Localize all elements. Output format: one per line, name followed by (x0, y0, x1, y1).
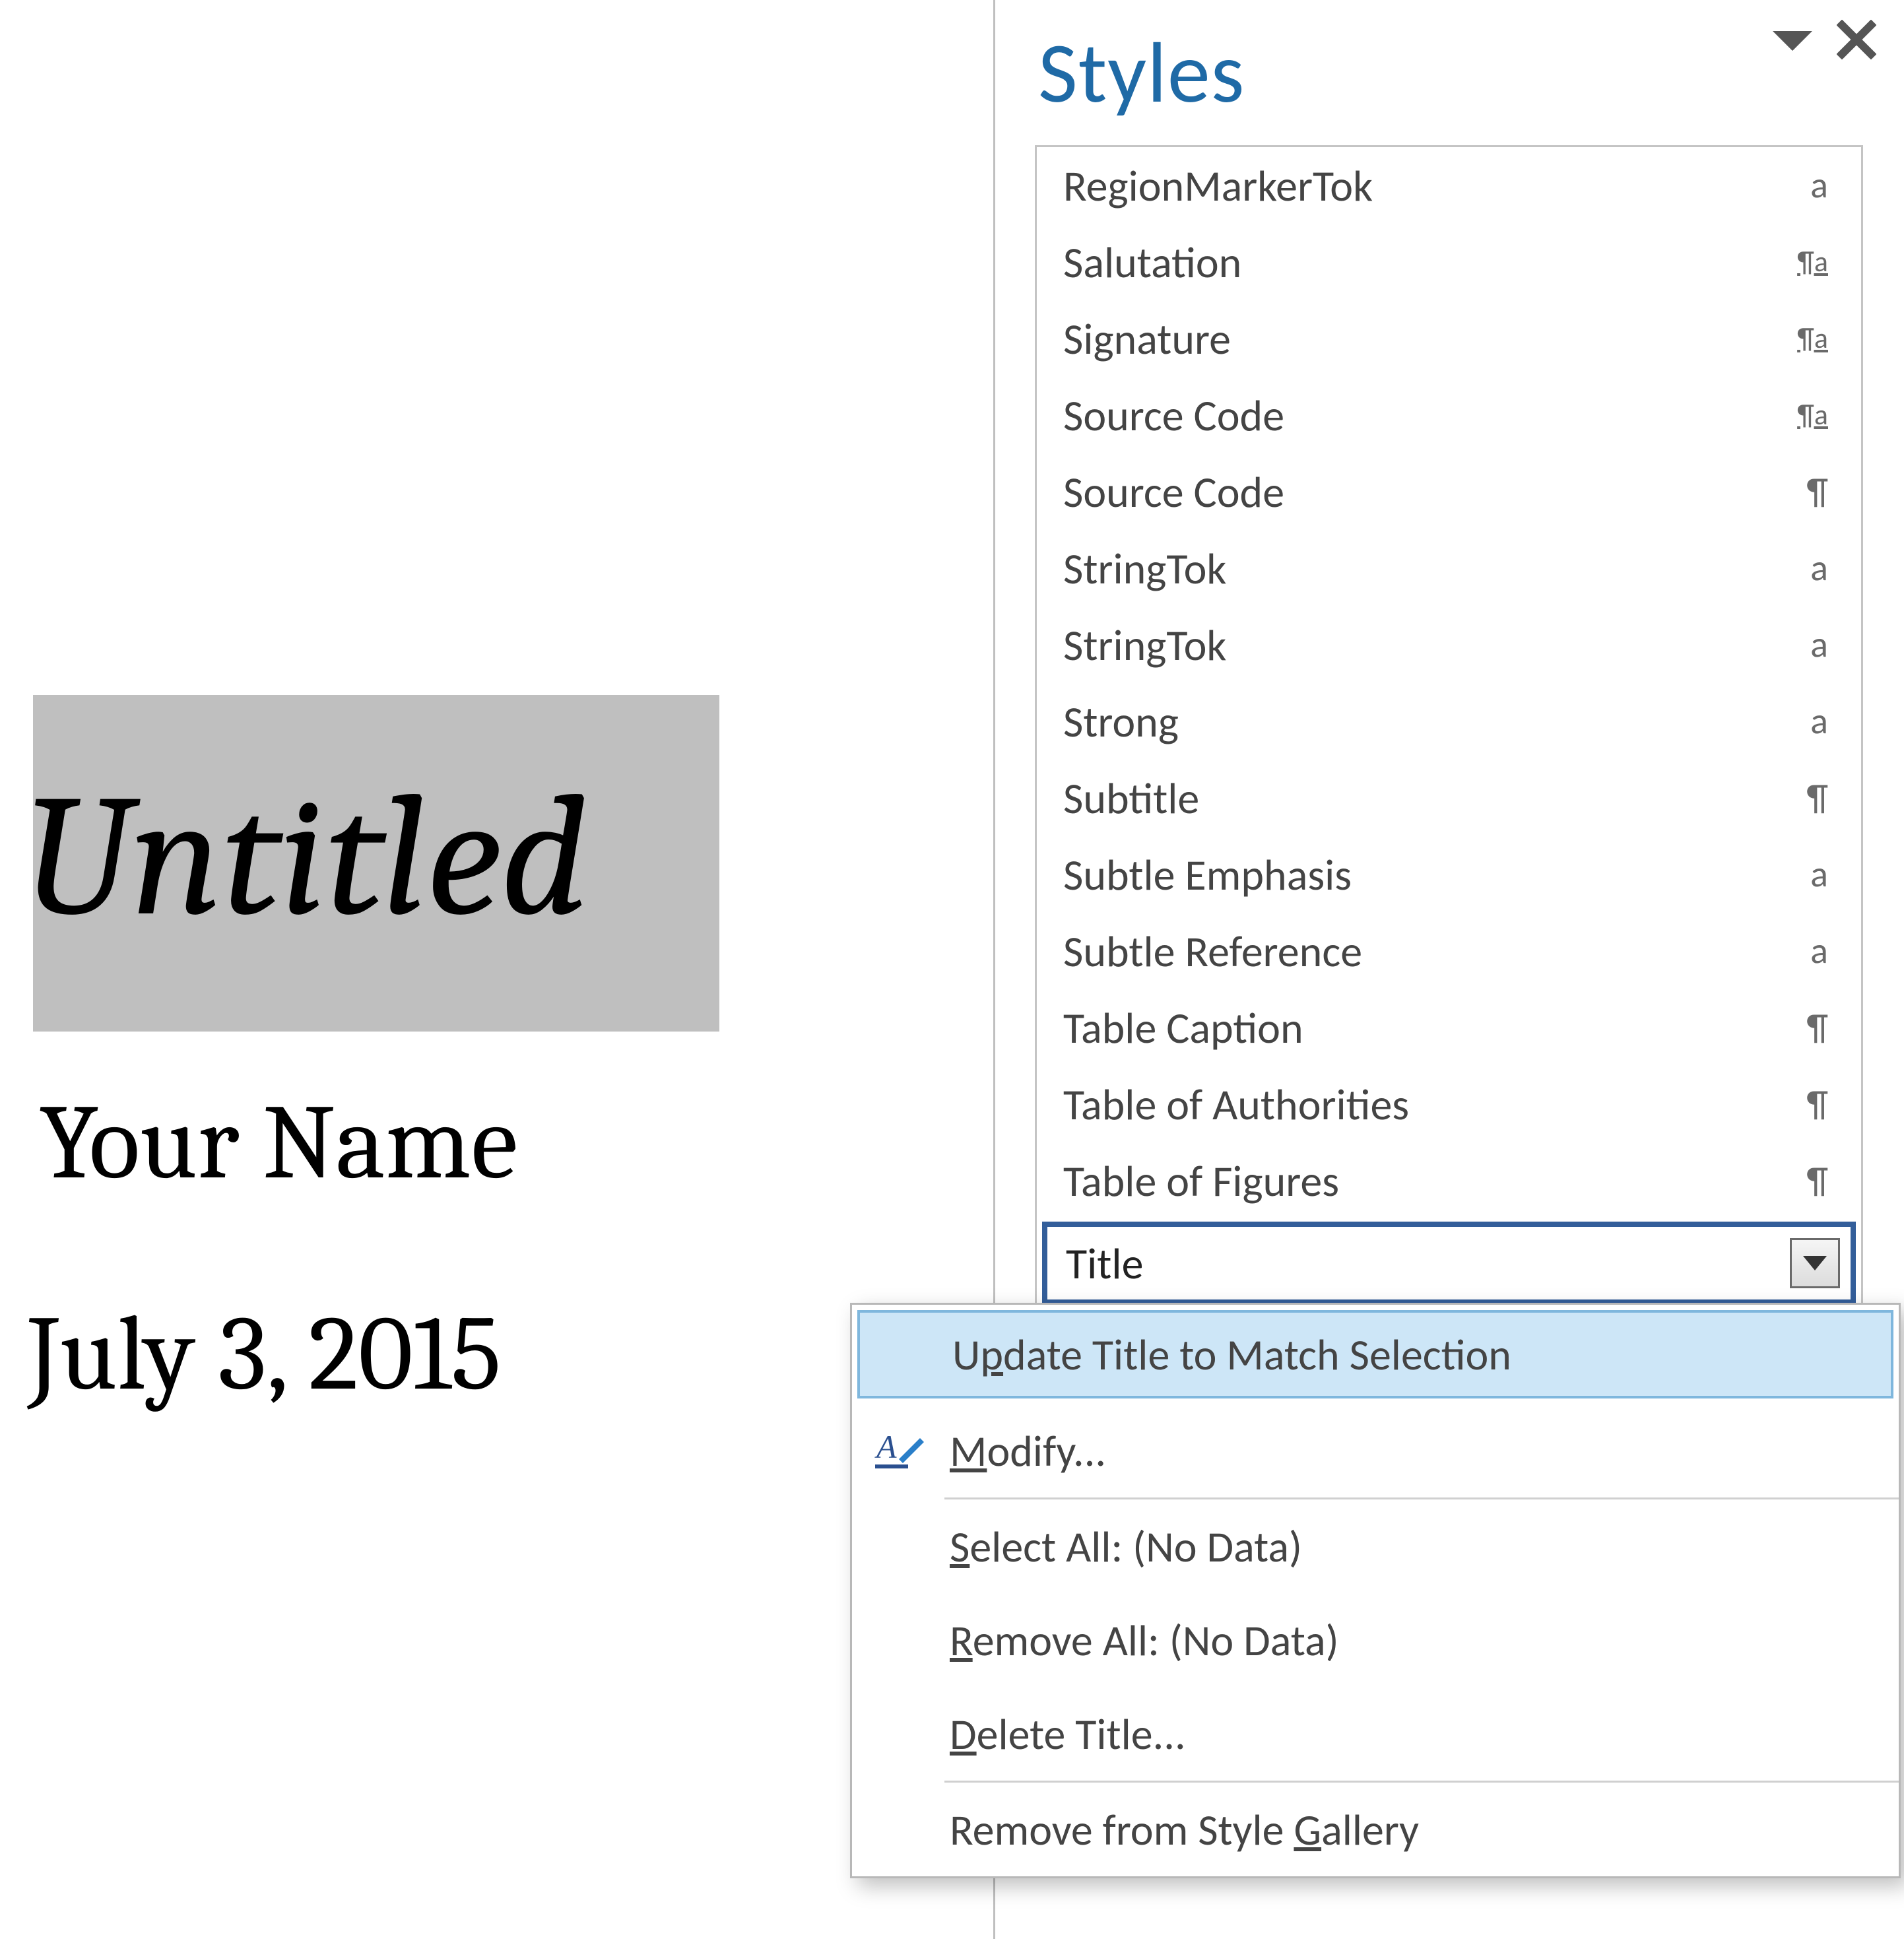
context-menu-item[interactable]: Remove from Style Gallery (852, 1783, 1899, 1876)
style-row[interactable]: Table of Authorities ¶ (1037, 1066, 1861, 1142)
style-row[interactable]: Signature ¶a (1037, 300, 1861, 377)
style-type-indicator-icon: ¶ (1782, 775, 1828, 820)
style-name-label: Source Code (1063, 389, 1284, 442)
style-row[interactable]: StringTok a (1037, 607, 1861, 683)
style-row-title-selected[interactable]: Title (1042, 1222, 1856, 1305)
style-type-indicator-icon: a (1782, 622, 1828, 667)
style-row[interactable]: Strong a (1037, 683, 1861, 760)
document-date-text[interactable]: July 3, 2015 (28, 1294, 502, 1415)
style-name-label: Table of Authorities (1063, 1078, 1409, 1131)
style-name-label: Table of Figures (1063, 1154, 1339, 1208)
style-type-indicator-icon: ¶ (1782, 1005, 1828, 1050)
style-name-label: Title (1066, 1237, 1143, 1290)
style-name-label: Signature (1063, 312, 1231, 366)
style-name-label: Table Caption (1063, 1001, 1303, 1055)
menu-item-label: Update Title to Match Selection (947, 1328, 1511, 1381)
style-type-indicator-icon: ¶ (1782, 1082, 1828, 1127)
style-type-indicator-icon: a (1782, 163, 1828, 208)
style-name-label: Subtitle (1063, 772, 1199, 825)
style-context-menu: Update Title to Match Selection A Modify..… (850, 1303, 1901, 1878)
styles-list: RegionMarkerTokaSalutation¶aSignature¶aS… (1035, 145, 1863, 1315)
style-type-indicator-icon: ¶ (1782, 469, 1828, 514)
menu-item-label: Remove from Style Gallery (944, 1803, 1419, 1857)
context-menu-item[interactable]: Update Title to Match Selection (857, 1310, 1893, 1398)
style-row[interactable]: Subtle Reference a (1037, 913, 1861, 989)
context-menu-item[interactable]: A Modify... (852, 1404, 1899, 1497)
style-type-indicator-icon: ¶a (1782, 249, 1828, 274)
style-type-indicator-icon: ¶a (1782, 403, 1828, 427)
svg-text:A: A (874, 1428, 897, 1465)
style-row[interactable]: Source Code ¶ (1037, 453, 1861, 530)
styles-pane-header: Styles (995, 0, 1903, 145)
style-row[interactable]: Table Caption ¶ (1037, 989, 1861, 1066)
style-row[interactable]: Source Code ¶a (1037, 377, 1861, 453)
document-title-text[interactable]: Untitled (24, 772, 588, 944)
style-row[interactable]: Subtitle ¶ (1037, 760, 1861, 836)
style-dropdown-button[interactable] (1790, 1238, 1840, 1288)
style-type-indicator-icon: ¶a (1782, 326, 1828, 350)
style-row[interactable]: Subtle Emphasis a (1037, 836, 1861, 913)
style-row[interactable]: StringTok a (1037, 530, 1861, 607)
styles-pane-title: Styles (1038, 0, 1903, 125)
style-name-label: Subtle Reference (1063, 925, 1362, 978)
context-menu-item[interactable]: Remove All: (No Data) (852, 1593, 1899, 1687)
menu-item-label: Select All: (No Data) (944, 1520, 1302, 1573)
context-menu-item[interactable]: Delete Title... (852, 1687, 1899, 1781)
style-type-indicator-icon: a (1782, 546, 1828, 591)
style-name-label: RegionMarkerTok (1063, 159, 1373, 213)
menu-item-label: Modify... (944, 1424, 1106, 1478)
menu-item-label: Remove All: (No Data) (944, 1614, 1339, 1667)
style-name-label: Strong (1063, 695, 1179, 748)
style-row[interactable]: Table of Figures ¶ (1037, 1142, 1861, 1219)
style-type-indicator-icon: a (1782, 699, 1828, 744)
style-name-label: Subtle Emphasis (1063, 848, 1352, 902)
style-row[interactable]: Salutation ¶a (1037, 224, 1861, 300)
style-name-label: StringTok (1063, 618, 1226, 672)
context-menu-item[interactable]: Select All: (No Data) (852, 1499, 1899, 1593)
document-author-text[interactable]: Your Name (40, 1082, 517, 1204)
style-name-label: Salutation (1063, 236, 1241, 289)
style-type-indicator-icon: a (1782, 929, 1828, 973)
style-row[interactable]: RegionMarkerTok a (1037, 147, 1861, 224)
style-type-indicator-icon: ¶ (1782, 1158, 1828, 1203)
pane-options-dropdown-icon[interactable] (1769, 23, 1816, 56)
style-name-label: Source Code (1063, 465, 1284, 519)
menu-item-label: Delete Title... (944, 1707, 1186, 1761)
close-icon[interactable] (1837, 20, 1876, 59)
style-name-label: StringTok (1063, 542, 1226, 595)
style-type-indicator-icon: a (1782, 852, 1828, 897)
modify-style-icon: A (852, 1425, 944, 1476)
